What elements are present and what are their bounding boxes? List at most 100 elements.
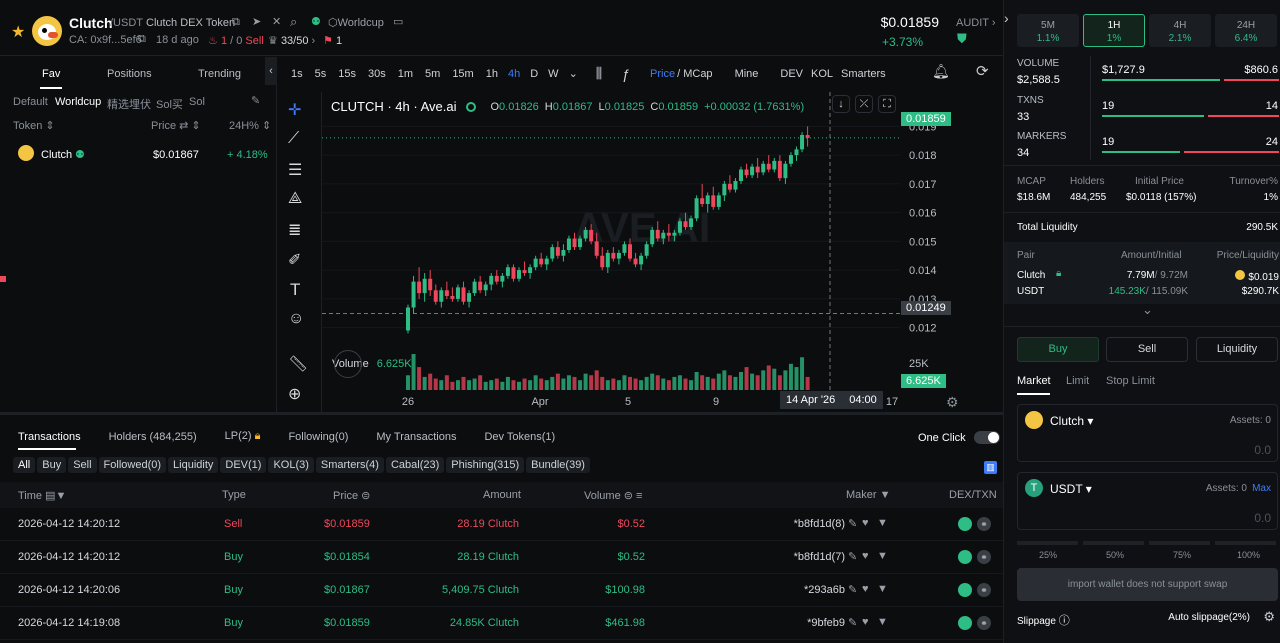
fullscreen-icon[interactable]: ⛶	[878, 95, 896, 113]
import-wallet-button[interactable]: import wallet does not support swap	[1017, 568, 1278, 601]
chart-toggle-icon[interactable]: ▥	[984, 461, 997, 474]
tab-trending[interactable]: Trending	[198, 68, 241, 80]
filter-buy[interactable]: Buy	[37, 457, 67, 473]
filter-sell[interactable]: Sell	[68, 457, 97, 473]
edit-icon[interactable]: ✎	[848, 583, 857, 596]
refresh-icon[interactable]: ⟳	[976, 62, 989, 80]
timeframe-4h[interactable]: 4h	[508, 68, 520, 80]
header-maker[interactable]: Maker ▼	[846, 489, 891, 501]
dex-icon[interactable]	[958, 517, 972, 531]
contract-address[interactable]: CA: 0x9f...5ef6	[69, 34, 142, 46]
worldcup-tag[interactable]: ⬡Worldcup	[328, 16, 384, 29]
smarters-toggle[interactable]: Smarters	[841, 68, 886, 80]
help-icon[interactable]: ⓘ	[1059, 615, 1070, 627]
brush-icon[interactable]: ✐	[288, 250, 301, 270]
tx-link-icon[interactable]: ⚭	[977, 616, 991, 630]
tab-positions[interactable]: Positions	[107, 68, 152, 80]
dex-icon[interactable]	[958, 583, 972, 597]
max-button[interactable]: Max	[1252, 483, 1271, 494]
dev-toggle[interactable]: DEV	[780, 68, 803, 80]
timeframe-15s[interactable]: 15s	[338, 68, 356, 80]
collapse-volume-button[interactable]	[334, 350, 362, 378]
horizontal-lines-icon[interactable]: ☰	[288, 160, 302, 180]
table-row[interactable]: 2026-04-12 14:19:08 Buy $0.01859 24.85K Clu…	[0, 607, 1003, 640]
filter-dev[interactable]: DEV(1)	[220, 457, 267, 473]
heart-icon[interactable]: ♥	[862, 550, 869, 562]
period-tab-24h[interactable]: 24H 6.4%	[1215, 14, 1277, 47]
column-token[interactable]: Token ⇕	[13, 119, 55, 132]
filter-liquidity[interactable]: Liquidity	[168, 457, 219, 473]
collapse-icon[interactable]: ⤫	[855, 95, 873, 113]
from-amount-input[interactable]: 0.0	[1254, 443, 1271, 457]
dex-icon[interactable]	[958, 550, 972, 564]
order-stop-limit[interactable]: Stop Limit	[1106, 375, 1155, 387]
table-row[interactable]: 2026-04-12 14:20:12 Buy $0.01854 28.19 Clut…	[0, 541, 1003, 574]
tab-lp[interactable]: LP(2) 🔒︎	[225, 430, 261, 443]
table-row[interactable]: 2026-04-12 14:20:06 Buy $0.01867 5,409.75 C…	[0, 574, 1003, 607]
ruler-icon[interactable]: 📏︎	[288, 354, 308, 374]
list-item[interactable]: Clutch ⚉ $0.01867 + 4.18%	[0, 143, 276, 167]
filter-icon[interactable]: ▼	[877, 517, 888, 529]
fib-icon[interactable]: ≣	[288, 220, 301, 240]
filter-jingxuan[interactable]: 精选埋伏	[107, 96, 151, 112]
scroll-down-icon[interactable]: ↓	[832, 95, 850, 113]
filter-sol[interactable]: Sol	[189, 96, 205, 108]
filter-cabal[interactable]: Cabal(23)	[385, 457, 445, 473]
indicator-icon[interactable]: ƒ	[622, 66, 630, 82]
timeframe-1m[interactable]: 1m	[398, 68, 413, 80]
timeframe-5m[interactable]: 5m	[425, 68, 440, 80]
to-token-box[interactable]: T USDT ▾ Assets: 0 Max 0.0	[1017, 472, 1278, 530]
alert-bell-icon[interactable]: 🔔︎	[932, 63, 950, 80]
dex-icon[interactable]	[958, 616, 972, 630]
percent-slider[interactable]	[1017, 541, 1278, 545]
order-limit[interactable]: Limit	[1066, 375, 1089, 387]
filter-all[interactable]: All	[13, 457, 36, 473]
period-tab-5m[interactable]: 5M 1.1%	[1017, 14, 1079, 47]
collapse-panel-button[interactable]: ‹	[265, 57, 277, 85]
filter-icon[interactable]: ▼	[877, 616, 888, 628]
heart-icon[interactable]: ♥	[862, 583, 869, 595]
expand-chevron-icon[interactable]: ⌄	[1142, 302, 1153, 318]
collapse-right-icon[interactable]: ›	[1004, 10, 1009, 26]
copy-address-icon[interactable]: ⧉	[138, 33, 146, 46]
edit-icon[interactable]: ✎	[848, 550, 857, 563]
mine-toggle[interactable]: Mine	[735, 68, 759, 80]
to-token-select[interactable]: USDT ▾	[1050, 482, 1092, 496]
copy-icon[interactable]: ⧉	[232, 16, 240, 29]
candle-type-icon[interactable]: ⫼	[596, 65, 602, 82]
chart-settings-icon[interactable]: ⚙	[946, 394, 959, 411]
filter-icon[interactable]: ▼	[877, 583, 888, 595]
filter-sol-buy[interactable]: Sol买	[156, 96, 183, 112]
column-change[interactable]: 24H% ⇕	[229, 119, 271, 132]
table-row[interactable]: 2026-04-12 14:20:12 Sell $0.01859 28.19 Clu…	[0, 508, 1003, 541]
text-icon[interactable]: T	[290, 280, 300, 300]
column-price[interactable]: Price ⇄ ⇕	[151, 119, 201, 132]
zoom-in-icon[interactable]: ⊕	[288, 384, 301, 404]
percent-100[interactable]: 100%	[1237, 550, 1260, 560]
from-token-box[interactable]: Clutch ▾ Assets: 0 0.0	[1017, 404, 1278, 462]
x-icon[interactable]: ✕	[272, 15, 281, 28]
period-tab-1h[interactable]: 1H 1%	[1083, 14, 1145, 47]
tab-following[interactable]: Following(0)	[288, 431, 348, 443]
filter-icon[interactable]: ▼	[877, 550, 888, 562]
filter-bundle[interactable]: Bundle(39)	[526, 457, 590, 473]
tx-link-icon[interactable]: ⚭	[977, 550, 991, 564]
pattern-icon[interactable]: ⟁	[288, 190, 302, 208]
filter-followed[interactable]: Followed(0)	[98, 457, 167, 473]
filter-phishing[interactable]: Phishing(315)	[446, 457, 525, 473]
chevron-down-icon[interactable]: ⌄	[569, 67, 578, 80]
tab-dev-tokens[interactable]: Dev Tokens(1)	[484, 431, 555, 443]
edit-icon[interactable]: ✎	[848, 517, 857, 530]
crosshair-icon[interactable]: ✛	[288, 100, 301, 120]
timeframe-30s[interactable]: 30s	[368, 68, 386, 80]
percent-75[interactable]: 75%	[1173, 550, 1191, 560]
settings-gear-icon[interactable]: ⚙	[1263, 609, 1275, 625]
header-volume[interactable]: Volume ⊜ ≡	[584, 489, 642, 502]
timeframe-15m[interactable]: 15m	[452, 68, 473, 80]
tab-transactions[interactable]: Transactions	[18, 431, 81, 443]
timeframe-1s[interactable]: 1s	[291, 68, 303, 80]
star-icon[interactable]: ★	[11, 22, 25, 42]
comment-icon[interactable]: ▭	[393, 15, 403, 28]
emoji-icon[interactable]: ☺	[288, 310, 304, 328]
header-time[interactable]: Time ▤▼	[18, 489, 66, 502]
